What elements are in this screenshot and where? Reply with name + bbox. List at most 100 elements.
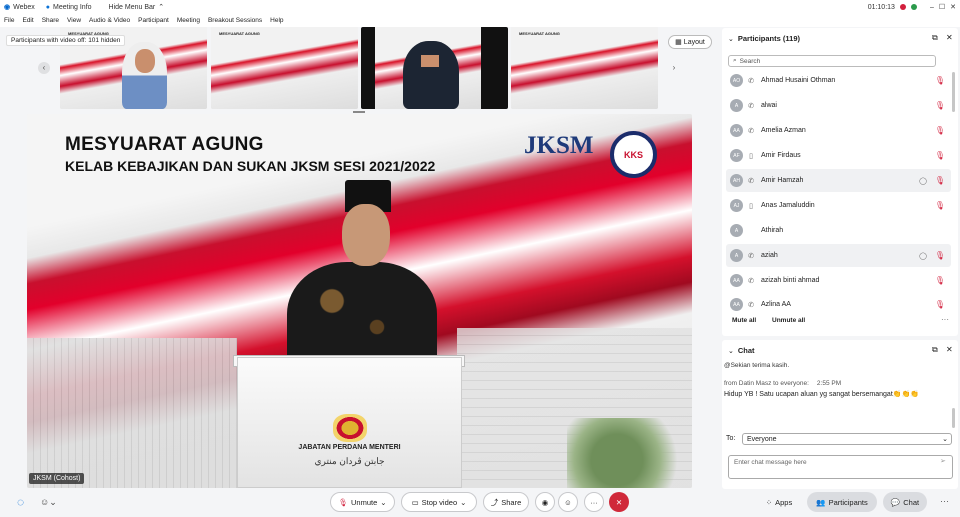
chat-button[interactable]: 💬 Chat (883, 492, 927, 512)
avatar: A (730, 99, 743, 112)
stop-video-button[interactable]: ▭ Stop video ⌄ (401, 492, 477, 512)
chat-header: Chat (737, 346, 755, 355)
mic-muted-icon[interactable]: 🎙 (935, 101, 945, 110)
chat-input[interactable]: Enter chat message here (728, 455, 953, 479)
chat-message-previous: @Sekian terima kasih. (724, 362, 790, 369)
recorder-button[interactable]: ◉ (535, 492, 555, 512)
mic-muted-icon[interactable]: 🎙 (935, 76, 945, 85)
unmute-all-button[interactable]: Unmute all (772, 317, 805, 324)
apps-button[interactable]: ⁘ Apps (757, 492, 801, 512)
share-button[interactable]: ⤴ Share (483, 492, 529, 512)
hide-menu-button[interactable]: Hide Menu Bar (109, 4, 156, 11)
menu-share[interactable]: Share (42, 17, 59, 24)
participant-search-input[interactable]: ⌕ Search (728, 55, 936, 67)
maximize-icon[interactable]: ☐ (939, 3, 945, 11)
connection-icon[interactable]: ◌ (17, 495, 24, 509)
phone-icon: ✆ (748, 277, 754, 285)
participant-row[interactable]: A ✆ alwai 🎙 (726, 94, 951, 117)
avatar: AO (730, 74, 743, 87)
chat-message: Hidup YB ! Satu ucapan aluan yg sangat b… (724, 391, 919, 398)
mic-muted-icon[interactable]: 🎙 (935, 176, 945, 185)
participants-panel: ⌄ Participants (119) ⧉ ✕ ⌕ Search AO ✆ A… (722, 28, 958, 336)
mobile-icon: ▯ (749, 202, 753, 210)
video-thumbnail[interactable]: MESYUARAT AGUNG (511, 27, 658, 109)
chat-bubble-icon[interactable]: ◯ (919, 252, 927, 260)
recipient-select[interactable]: Everyone ⌄ (742, 433, 952, 445)
chat-sender: from Datin Masz to everyone: (724, 380, 809, 387)
avatar: AJ (730, 199, 743, 212)
panel-close-icon[interactable]: ✕ (946, 345, 953, 354)
chat-scrollbar[interactable] (952, 408, 955, 428)
scrollbar[interactable] (952, 72, 955, 112)
more-options-icon[interactable]: ··· (940, 496, 949, 506)
mic-muted-icon[interactable]: 🎙 (935, 201, 945, 210)
more-options-button[interactable]: ··· (584, 492, 604, 512)
send-icon[interactable]: ➢ (940, 457, 946, 465)
participant-row[interactable]: A Athirah (726, 219, 951, 242)
avatar: AH (730, 174, 743, 187)
jksm-logo: JKSM (524, 132, 594, 159)
avatar: A (730, 224, 743, 237)
close-icon[interactable]: ✕ (950, 3, 956, 11)
chat-bubble-icon[interactable]: ◯ (919, 177, 927, 185)
strip-prev-button[interactable]: ‹ (38, 62, 50, 74)
video-thumbnail[interactable]: MESYUARAT AGUNG (211, 27, 358, 109)
avatar: AA (730, 298, 743, 311)
phone-icon: ✆ (748, 102, 754, 110)
participant-row[interactable]: AA ✆ azizah binti ahmad 🎙 (726, 269, 951, 292)
share-icon: ⤴ (490, 497, 499, 507)
crest-icon (333, 414, 367, 442)
menu-audio-video[interactable]: Audio & Video (89, 17, 130, 24)
end-call-button[interactable]: ✕ (609, 492, 629, 512)
reactions-button[interactable]: ☺ (558, 492, 578, 512)
mic-muted-icon[interactable]: 🎙 (935, 251, 945, 260)
menu-participant[interactable]: Participant (138, 17, 169, 24)
panel-close-icon[interactable]: ✕ (946, 33, 953, 42)
menu-help[interactable]: Help (270, 17, 283, 24)
chat-icon: 💬 (890, 497, 901, 507)
menu-edit[interactable]: Edit (22, 17, 33, 24)
participant-row[interactable]: AA ✆ Amelia Azman 🎙 (726, 119, 951, 142)
smile-icon: ☺ (564, 497, 572, 507)
participant-row[interactable]: AH ✆ Amir Hamzah ◯ 🎙 (726, 169, 951, 192)
stage-subtitle: KELAB KEBAJIKAN DAN SUKAN JKSM SESI 2021… (65, 158, 436, 174)
participant-row[interactable]: AF ▯ Amir Firdaus 🎙 (726, 144, 951, 167)
strip-next-button[interactable]: › (668, 62, 680, 74)
participant-row[interactable]: AO ✆ Ahmad Husaini Othman 🎙 (726, 69, 951, 92)
participant-row[interactable]: A ✆ aziah ◯ 🎙 (726, 244, 951, 267)
menu-meeting[interactable]: Meeting (177, 17, 200, 24)
mic-muted-icon[interactable]: 🎙 (935, 300, 945, 309)
unmute-button[interactable]: 🎙 Unmute ⌄ (330, 492, 395, 512)
layout-button[interactable]: ▦ Layout (668, 35, 712, 49)
video-thumbnail[interactable] (361, 27, 508, 109)
collapse-icon[interactable]: ⌄ (728, 35, 734, 43)
menu-view[interactable]: View (67, 17, 81, 24)
minimize-icon[interactable]: – (930, 4, 934, 11)
participant-row[interactable]: AA ✆ Azlina AA 🎙 (726, 293, 951, 316)
title-bar: ◉ Webex ● Meeting Info Hide Menu Bar ⌃ 0… (0, 0, 960, 14)
participant-row[interactable]: AJ ▯ Anas Jamaluddin 🎙 (726, 194, 951, 217)
mic-muted-icon[interactable]: 🎙 (935, 276, 945, 285)
popout-icon[interactable]: ⧉ (932, 345, 938, 355)
phone-icon: ✆ (748, 77, 754, 85)
popout-icon[interactable]: ⧉ (932, 33, 938, 43)
status-icon[interactable]: ☺⌄ (40, 497, 57, 508)
phone-icon: ✆ (748, 252, 754, 260)
mute-all-button[interactable]: Mute all (732, 317, 756, 324)
more-options-icon[interactable]: ··· (941, 315, 949, 324)
meeting-info-button[interactable]: Meeting Info (53, 4, 92, 11)
camera-icon: ▭ (411, 497, 419, 507)
resize-handle[interactable] (353, 111, 365, 113)
avatar: A (730, 249, 743, 262)
menu-breakout[interactable]: Breakout Sessions (208, 17, 262, 24)
participants-button[interactable]: 👥 Participants (807, 492, 877, 512)
chevron-up-icon[interactable]: ⌃ (158, 3, 164, 11)
mic-muted-icon[interactable]: 🎙 (935, 126, 945, 135)
mic-muted-icon[interactable]: 🎙 (935, 151, 945, 160)
info-icon[interactable]: ● (46, 4, 50, 11)
security-icon[interactable] (910, 4, 917, 10)
collapse-icon[interactable]: ⌄ (728, 347, 734, 355)
menu-file[interactable]: File (4, 17, 14, 24)
chevron-down-icon: ⌄ (380, 497, 387, 507)
main-video-stage[interactable]: MESYUARAT AGUNG KELAB KEBAJIKAN DAN SUKA… (27, 114, 692, 488)
